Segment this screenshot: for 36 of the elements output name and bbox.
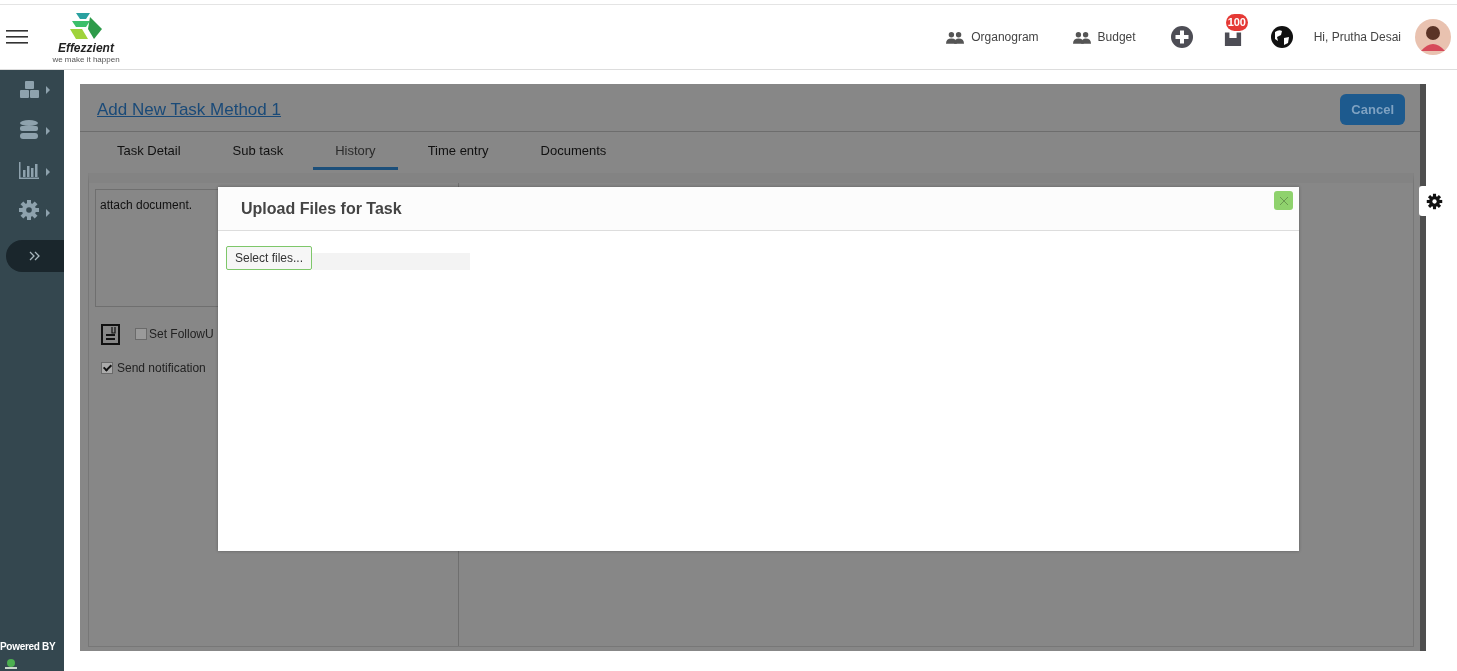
settings-icon[interactable] — [18, 199, 52, 221]
brand-tagline: we make it happen — [52, 54, 120, 64]
expand-sidebar-button[interactable] — [6, 240, 64, 272]
checkbox-option[interactable]: Send notification — [101, 361, 458, 375]
nav-link[interactable]: Budget — [1072, 30, 1136, 44]
checkbox[interactable] — [135, 328, 147, 340]
dialog-title: Upload Files for Task — [241, 199, 402, 218]
tab[interactable]: Sub task — [210, 132, 306, 170]
checkbox-option[interactable]: Set FollowU — [135, 327, 214, 341]
user-greeting[interactable]: Hi, Prutha Desai — [1313, 30, 1401, 44]
menu-icon[interactable] — [6, 29, 28, 45]
tab[interactable]: Time entry — [405, 132, 511, 170]
cubes-icon[interactable] — [18, 80, 52, 100]
people-icon — [946, 30, 965, 44]
globe-icon[interactable] — [1269, 25, 1294, 49]
tab[interactable]: History — [313, 132, 398, 170]
powered-by-label: Powered BY — [0, 641, 56, 652]
brand-name: Effezzient — [58, 40, 114, 55]
people-icon — [1072, 30, 1091, 44]
settings-icon — [1426, 192, 1443, 210]
tab[interactable]: Task Detail — [95, 132, 203, 170]
close-icon — [1278, 195, 1289, 206]
select-files-button[interactable]: Select files... — [226, 245, 313, 270]
add-icon[interactable] — [1169, 25, 1194, 49]
bar-chart-icon[interactable] — [18, 160, 52, 180]
database-icon[interactable] — [18, 119, 52, 141]
cancel-button[interactable]: Cancel — [1340, 94, 1405, 125]
notification-badge: 100 — [1225, 14, 1248, 31]
logo-icon — [68, 10, 104, 41]
avatar[interactable] — [1415, 19, 1451, 55]
attachment-icon[interactable] — [101, 323, 121, 345]
tab[interactable]: Documents — [518, 132, 629, 170]
partner-logo-icon — [3, 658, 19, 670]
nav-link[interactable]: Organogram — [946, 30, 1039, 44]
checkbox[interactable] — [101, 362, 113, 374]
double-chevron-icon — [29, 251, 41, 261]
